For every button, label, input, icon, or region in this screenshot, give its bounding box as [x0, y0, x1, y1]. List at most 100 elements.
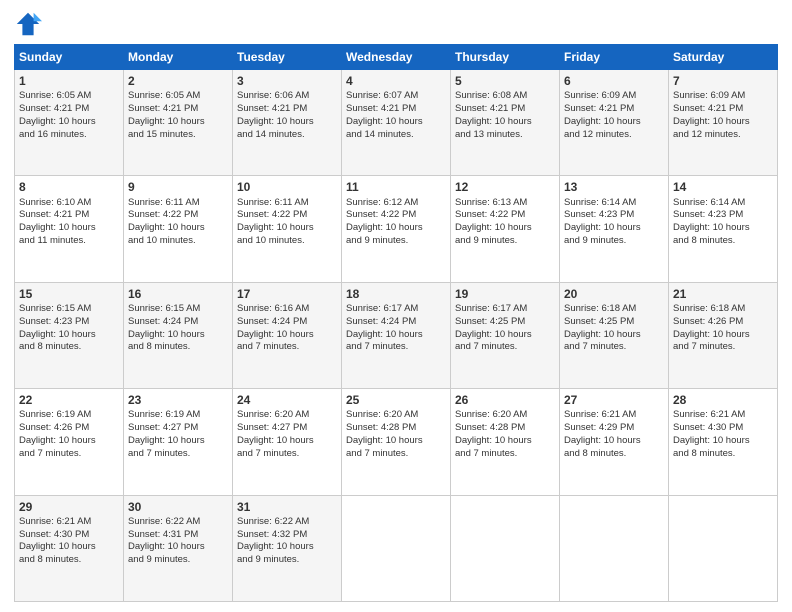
calendar-cell	[342, 495, 451, 601]
calendar-cell: 10Sunrise: 6:11 AMSunset: 4:22 PMDayligh…	[233, 176, 342, 282]
day-info-line: Daylight: 10 hours	[673, 222, 773, 235]
day-info-line: Daylight: 10 hours	[455, 222, 555, 235]
day-info-line: and 7 minutes.	[237, 448, 337, 461]
day-info-line: and 7 minutes.	[455, 448, 555, 461]
calendar-header-row: SundayMondayTuesdayWednesdayThursdayFrid…	[15, 45, 778, 70]
day-number: 3	[237, 73, 337, 89]
day-info-line: Daylight: 10 hours	[237, 329, 337, 342]
day-info-line: Daylight: 10 hours	[564, 329, 664, 342]
day-info-line: and 9 minutes.	[237, 554, 337, 567]
day-info-line: Sunset: 4:31 PM	[128, 529, 228, 542]
day-info-line: Sunrise: 6:21 AM	[564, 409, 664, 422]
day-info-line: Daylight: 10 hours	[237, 222, 337, 235]
day-info-line: Sunrise: 6:05 AM	[128, 90, 228, 103]
day-info-line: Daylight: 10 hours	[128, 222, 228, 235]
day-info-line: Sunrise: 6:22 AM	[128, 516, 228, 529]
day-info-line: Sunrise: 6:21 AM	[673, 409, 773, 422]
day-info-line: Sunset: 4:24 PM	[346, 316, 446, 329]
calendar-cell: 11Sunrise: 6:12 AMSunset: 4:22 PMDayligh…	[342, 176, 451, 282]
day-info-line: Daylight: 10 hours	[237, 435, 337, 448]
day-info-line: Daylight: 10 hours	[346, 435, 446, 448]
day-number: 29	[19, 499, 119, 515]
day-number: 24	[237, 392, 337, 408]
day-info-line: Daylight: 10 hours	[673, 329, 773, 342]
day-number: 17	[237, 286, 337, 302]
day-info-line: Sunrise: 6:09 AM	[673, 90, 773, 103]
day-info-line: and 12 minutes.	[564, 129, 664, 142]
day-info-line: Sunrise: 6:11 AM	[237, 197, 337, 210]
day-number: 5	[455, 73, 555, 89]
calendar-col-sunday: Sunday	[15, 45, 124, 70]
day-info-line: Sunrise: 6:07 AM	[346, 90, 446, 103]
day-info-line: Daylight: 10 hours	[346, 329, 446, 342]
day-info-line: Sunrise: 6:16 AM	[237, 303, 337, 316]
day-info-line: Daylight: 10 hours	[346, 222, 446, 235]
day-info-line: and 7 minutes.	[673, 341, 773, 354]
day-info-line: Sunset: 4:23 PM	[19, 316, 119, 329]
day-info-line: Sunset: 4:30 PM	[19, 529, 119, 542]
day-info-line: Sunset: 4:21 PM	[237, 103, 337, 116]
day-info-line: and 9 minutes.	[128, 554, 228, 567]
day-info-line: Daylight: 10 hours	[19, 541, 119, 554]
day-info-line: Sunset: 4:25 PM	[564, 316, 664, 329]
day-info-line: Daylight: 10 hours	[455, 329, 555, 342]
day-number: 6	[564, 73, 664, 89]
day-number: 30	[128, 499, 228, 515]
day-info-line: Daylight: 10 hours	[564, 435, 664, 448]
day-number: 4	[346, 73, 446, 89]
day-info-line: and 7 minutes.	[455, 341, 555, 354]
day-info-line: Daylight: 10 hours	[128, 541, 228, 554]
calendar-col-monday: Monday	[124, 45, 233, 70]
day-info-line: Sunset: 4:21 PM	[673, 103, 773, 116]
day-info-line: and 14 minutes.	[346, 129, 446, 142]
day-info-line: and 10 minutes.	[237, 235, 337, 248]
day-info-line: Sunset: 4:22 PM	[346, 209, 446, 222]
day-info-line: and 9 minutes.	[346, 235, 446, 248]
day-info-line: Sunset: 4:22 PM	[455, 209, 555, 222]
calendar-cell: 26Sunrise: 6:20 AMSunset: 4:28 PMDayligh…	[451, 389, 560, 495]
page: SundayMondayTuesdayWednesdayThursdayFrid…	[0, 0, 792, 612]
day-number: 11	[346, 179, 446, 195]
calendar-cell: 13Sunrise: 6:14 AMSunset: 4:23 PMDayligh…	[560, 176, 669, 282]
day-info-line: Daylight: 10 hours	[128, 329, 228, 342]
day-info-line: Daylight: 10 hours	[19, 222, 119, 235]
week-row-4: 22Sunrise: 6:19 AMSunset: 4:26 PMDayligh…	[15, 389, 778, 495]
day-info-line: Sunrise: 6:15 AM	[128, 303, 228, 316]
day-info-line: Sunrise: 6:19 AM	[128, 409, 228, 422]
calendar-cell: 7Sunrise: 6:09 AMSunset: 4:21 PMDaylight…	[669, 70, 778, 176]
calendar-cell: 9Sunrise: 6:11 AMSunset: 4:22 PMDaylight…	[124, 176, 233, 282]
day-info-line: and 7 minutes.	[237, 341, 337, 354]
day-info-line: Sunset: 4:24 PM	[128, 316, 228, 329]
day-info-line: and 8 minutes.	[128, 341, 228, 354]
day-info-line: and 9 minutes.	[455, 235, 555, 248]
day-info-line: Daylight: 10 hours	[455, 116, 555, 129]
day-info-line: and 11 minutes.	[19, 235, 119, 248]
day-info-line: Sunset: 4:22 PM	[128, 209, 228, 222]
calendar-cell: 22Sunrise: 6:19 AMSunset: 4:26 PMDayligh…	[15, 389, 124, 495]
calendar-col-saturday: Saturday	[669, 45, 778, 70]
day-info-line: Sunset: 4:21 PM	[346, 103, 446, 116]
day-info-line: and 10 minutes.	[128, 235, 228, 248]
day-info-line: Daylight: 10 hours	[19, 435, 119, 448]
day-info-line: Sunset: 4:21 PM	[128, 103, 228, 116]
calendar-cell: 27Sunrise: 6:21 AMSunset: 4:29 PMDayligh…	[560, 389, 669, 495]
day-info-line: and 7 minutes.	[346, 448, 446, 461]
calendar-cell: 17Sunrise: 6:16 AMSunset: 4:24 PMDayligh…	[233, 282, 342, 388]
day-number: 2	[128, 73, 228, 89]
calendar-cell	[451, 495, 560, 601]
calendar-cell	[669, 495, 778, 601]
day-info-line: Sunrise: 6:14 AM	[564, 197, 664, 210]
day-info-line: Daylight: 10 hours	[19, 116, 119, 129]
calendar-cell: 19Sunrise: 6:17 AMSunset: 4:25 PMDayligh…	[451, 282, 560, 388]
header	[14, 10, 778, 38]
day-number: 15	[19, 286, 119, 302]
calendar-cell: 2Sunrise: 6:05 AMSunset: 4:21 PMDaylight…	[124, 70, 233, 176]
day-info-line: Sunrise: 6:05 AM	[19, 90, 119, 103]
day-info-line: Sunset: 4:29 PM	[564, 422, 664, 435]
day-number: 27	[564, 392, 664, 408]
day-info-line: Sunset: 4:21 PM	[455, 103, 555, 116]
day-info-line: Daylight: 10 hours	[673, 435, 773, 448]
logo	[14, 10, 44, 38]
day-info-line: Sunset: 4:24 PM	[237, 316, 337, 329]
day-info-line: Sunrise: 6:20 AM	[237, 409, 337, 422]
